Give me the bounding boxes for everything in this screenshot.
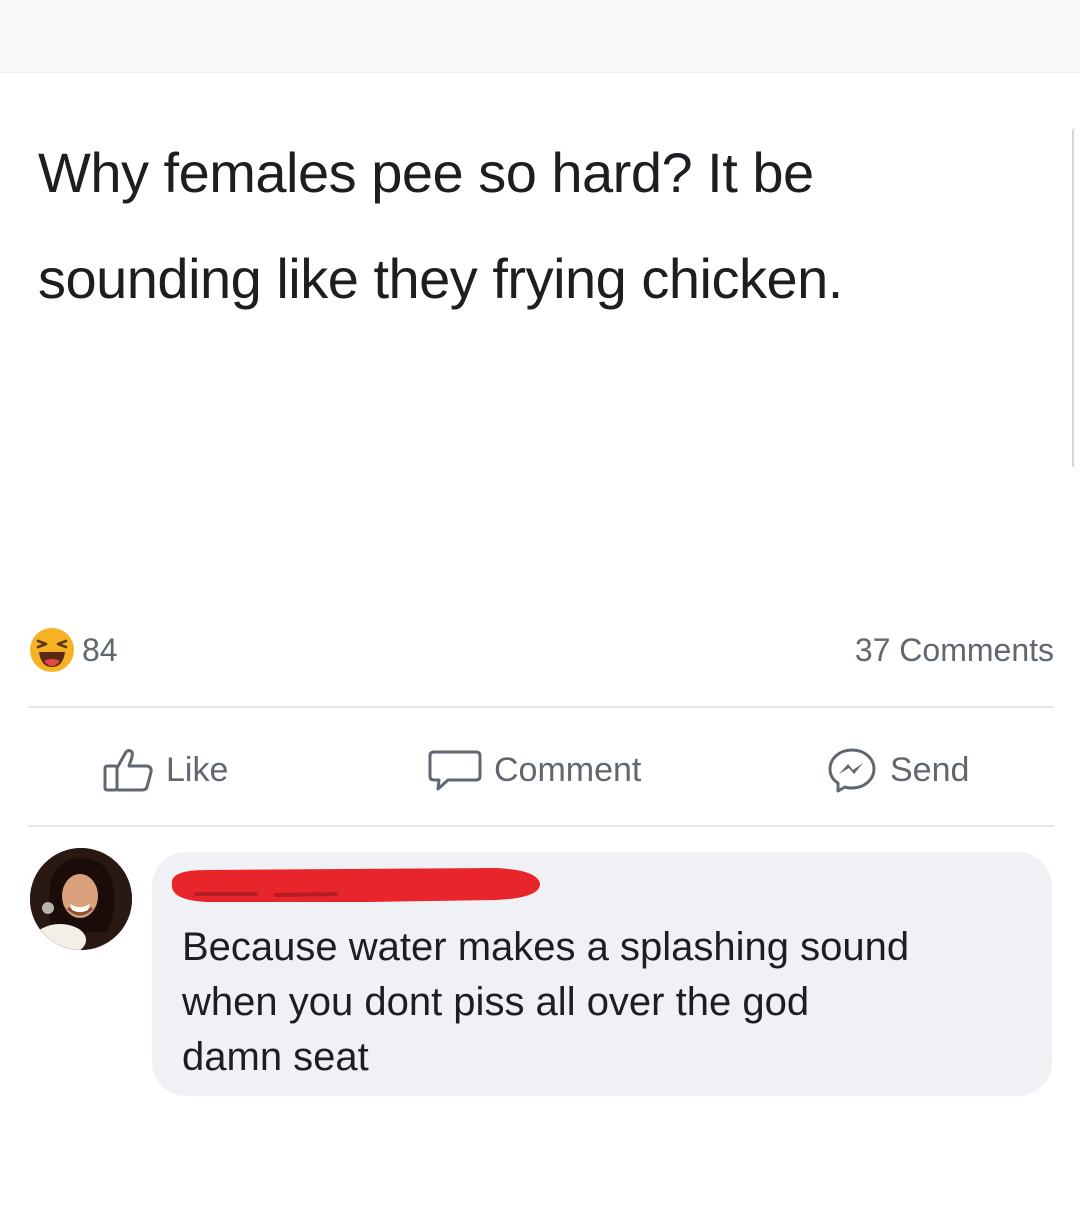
comment-text-line: damn seat [182,1035,369,1079]
speech-bubble-icon [428,750,482,791]
reaction-count: 84 [82,631,118,668]
comment-label: Comment [494,750,642,789]
post-text: Why females pee so hard? It be sounding … [38,120,1048,332]
thumbs-up-icon [103,749,153,792]
avatar-illustration [30,848,132,950]
comment-bubble[interactable]: Because water makes a splashing sound wh… [152,852,1052,1096]
like-label: Like [166,750,229,789]
comment-text-line: Because water makes a splashing sound [182,925,910,969]
like-button[interactable]: Like [102,740,228,800]
divider [28,825,1054,827]
top-bar [0,0,1080,73]
haha-emoji-icon [30,628,74,672]
comment-text: Because water makes a splashing sound wh… [182,920,1042,1085]
reaction-summary[interactable]: 84 [28,624,118,676]
messenger-icon [828,748,876,793]
post-text-line: sounding like they frying chicken. [38,247,843,310]
scroll-edge [1072,128,1080,468]
post-text-line: Why females pee so hard? It be [38,141,814,204]
comments-count-link[interactable]: 37 Comments [855,624,1054,676]
send-button[interactable]: Send [824,740,969,800]
redacted-author-name [171,868,541,902]
divider [28,706,1054,708]
post-stats: 84 37 Comments [28,624,1054,676]
commenter-avatar[interactable] [30,848,132,950]
comment-button[interactable]: Comment [426,740,641,800]
comment-text-line: when you dont piss all over the god [182,980,810,1024]
send-label: Send [890,750,970,789]
